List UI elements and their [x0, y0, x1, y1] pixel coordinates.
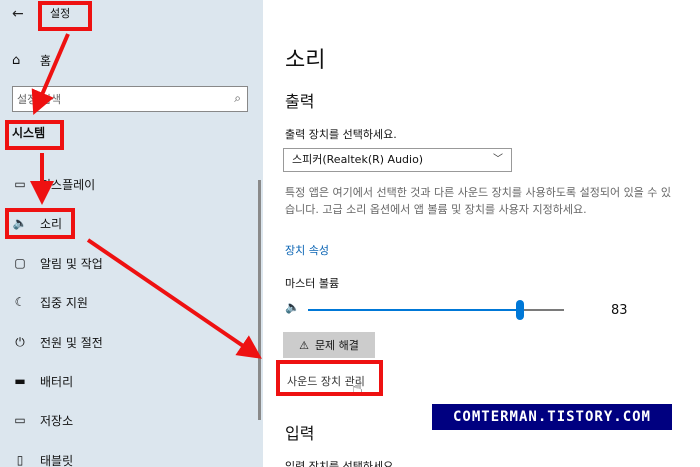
sidebar-item-focus-assist[interactable]: ☾ 집중 지원 [12, 292, 88, 312]
output-device-label: 출력 장치를 선택하세요. [285, 128, 397, 141]
sidebar-scrollbar[interactable] [258, 180, 261, 420]
output-heading: 출력 [285, 92, 315, 111]
sidebar-item-power-sleep[interactable]: ⏻ 전원 및 절전 [12, 332, 103, 352]
sidebar-item-label: 배터리 [40, 374, 74, 389]
master-volume-label: 마스터 볼륨 [285, 277, 340, 290]
power-icon: ⏻ [15, 334, 25, 349]
page-title: 소리 [285, 48, 326, 73]
tablet-icon: ▯ [16, 453, 24, 467]
sidebar-item-display[interactable]: ▭ 디스플레이 [12, 174, 95, 194]
warning-icon: ⚠ [299, 338, 309, 352]
home-icon: ⌂ [12, 52, 21, 68]
watermark-badge: COMTERMAN.TISTORY.COM [432, 404, 672, 430]
annotation-box-settings [38, 1, 92, 31]
troubleshoot-label: 문제 해결 [314, 339, 359, 352]
selected-output-device: 스피커(Realtek(R) Audio) [292, 153, 424, 166]
main-content: 소리 출력 출력 장치를 선택하세요. 스피커(Realtek(R) Audio… [263, 0, 700, 467]
sidebar-item-label: 홈 [40, 53, 52, 68]
annotation-box-system [5, 120, 64, 150]
device-properties-link[interactable]: 장치 속성 [285, 242, 329, 258]
sidebar-item-label: 디스플레이 [40, 177, 96, 192]
speaker-icon[interactable]: 🔈 [285, 300, 300, 314]
annotation-box-sound [5, 208, 75, 239]
input-heading: 입력 [285, 424, 315, 443]
back-arrow-icon[interactable]: ← [12, 5, 30, 23]
output-description: 특정 앱은 여기에서 선택한 것과 다른 사운드 장치를 사용하도록 설정되어 … [285, 186, 672, 216]
sidebar-item-home[interactable]: ⌂ 홈 [12, 50, 51, 70]
sidebar-item-tablet[interactable]: ▯ 태블릿 [12, 450, 73, 467]
sidebar-item-notifications[interactable]: ▢ 알림 및 작업 [12, 253, 103, 273]
input-device-label: 입력 장치를 선택하세요. [285, 460, 397, 467]
sidebar-item-label: 집중 지원 [40, 295, 88, 310]
annotation-box-manage-devices [276, 360, 383, 396]
master-volume-slider[interactable] [308, 300, 564, 320]
output-device-dropdown[interactable]: 스피커(Realtek(R) Audio) ﹀ [283, 148, 512, 172]
slider-fill [308, 309, 520, 311]
sidebar-item-battery[interactable]: ▬ 배터리 [12, 371, 73, 391]
slider-thumb[interactable] [516, 300, 524, 320]
sidebar-item-label: 알림 및 작업 [40, 256, 103, 271]
sidebar-item-label: 전원 및 절전 [40, 335, 103, 350]
sidebar-item-label: 태블릿 [40, 453, 74, 467]
search-icon[interactable]: ⌕ [234, 91, 241, 106]
message-icon: ▢ [14, 256, 26, 270]
battery-icon: ▬ [14, 374, 26, 388]
search-box[interactable]: ⌕ [12, 86, 248, 112]
volume-value: 83 [611, 303, 628, 318]
storage-icon: ▭ [14, 413, 26, 427]
monitor-icon: ▭ [14, 177, 26, 191]
moon-icon: ☾ [14, 295, 26, 309]
sidebar-item-label: 저장소 [40, 413, 74, 428]
troubleshoot-button[interactable]: ⚠ 문제 해결 [283, 332, 375, 358]
sidebar-item-storage[interactable]: ▭ 저장소 [12, 410, 73, 430]
search-input[interactable] [17, 90, 217, 108]
chevron-down-icon: ﹀ [493, 154, 503, 165]
